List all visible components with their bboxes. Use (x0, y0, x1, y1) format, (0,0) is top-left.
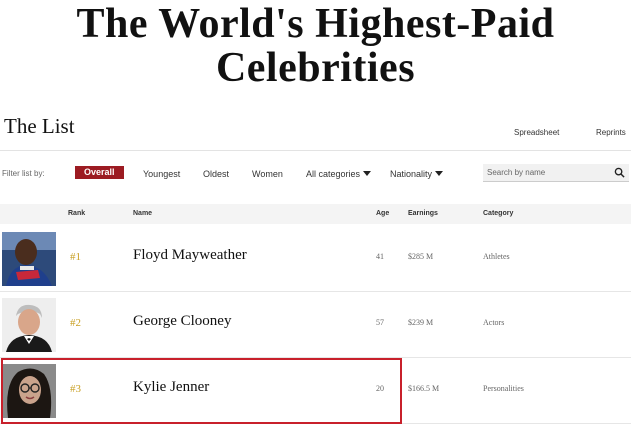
rank: #1 (70, 251, 81, 263)
avatar (2, 232, 56, 286)
celebrity-name[interactable]: Floyd Mayweather (133, 247, 247, 264)
search-box (483, 164, 629, 182)
search-icon[interactable] (614, 167, 625, 178)
chevron-down-icon (435, 171, 444, 176)
filter-bar: Filter list by: Overall Youngest Oldest … (0, 162, 631, 188)
nationality-label: Nationality (390, 169, 433, 179)
celebrity-name[interactable]: George Clooney (133, 313, 231, 330)
nationality-dropdown[interactable]: Nationality (390, 169, 444, 179)
age: 57 (376, 318, 384, 327)
filter-women-button[interactable]: Women (252, 169, 283, 179)
filter-overall-button[interactable]: Overall (75, 166, 124, 179)
table-row[interactable]: #1 Floyd Mayweather 41 $285 M Athletes (0, 226, 631, 292)
page-title-line-1: The World's Highest-Paid (76, 1, 555, 47)
header-earnings[interactable]: Earnings (408, 210, 438, 217)
rank: #2 (70, 317, 81, 329)
filter-label: Filter list by: (2, 169, 45, 178)
table-header: Rank Name Age Earnings Category (0, 204, 631, 224)
category: Actors (483, 318, 505, 327)
table-row[interactable]: #2 George Clooney 57 $239 M Actors (0, 292, 631, 358)
page-title: The World's Highest-Paid Celebrities (0, 2, 631, 90)
reprints-link[interactable]: Reprints (596, 128, 626, 137)
category: Athletes (483, 252, 510, 261)
highlight-box (1, 358, 402, 424)
age: 41 (376, 252, 384, 261)
header-name[interactable]: Name (133, 210, 152, 217)
header-age[interactable]: Age (376, 210, 389, 217)
earnings: $239 M (408, 318, 434, 327)
filter-youngest-button[interactable]: Youngest (143, 169, 180, 179)
page-title-line-2: Celebrities (215, 45, 416, 91)
earnings: $166.5 M (408, 384, 440, 393)
header-rank[interactable]: Rank (68, 210, 85, 217)
spreadsheet-link[interactable]: Spreadsheet (514, 128, 559, 137)
category: Personalities (483, 384, 524, 393)
earnings: $285 M (408, 252, 434, 261)
filter-oldest-button[interactable]: Oldest (203, 169, 229, 179)
all-categories-dropdown[interactable]: All categories (306, 169, 372, 179)
search-input[interactable] (487, 166, 607, 179)
list-title: The List (4, 114, 75, 138)
avatar (2, 298, 56, 352)
chevron-down-icon (363, 171, 372, 176)
divider (0, 150, 631, 151)
all-categories-label: All categories (306, 169, 361, 179)
header-category[interactable]: Category (483, 210, 513, 217)
